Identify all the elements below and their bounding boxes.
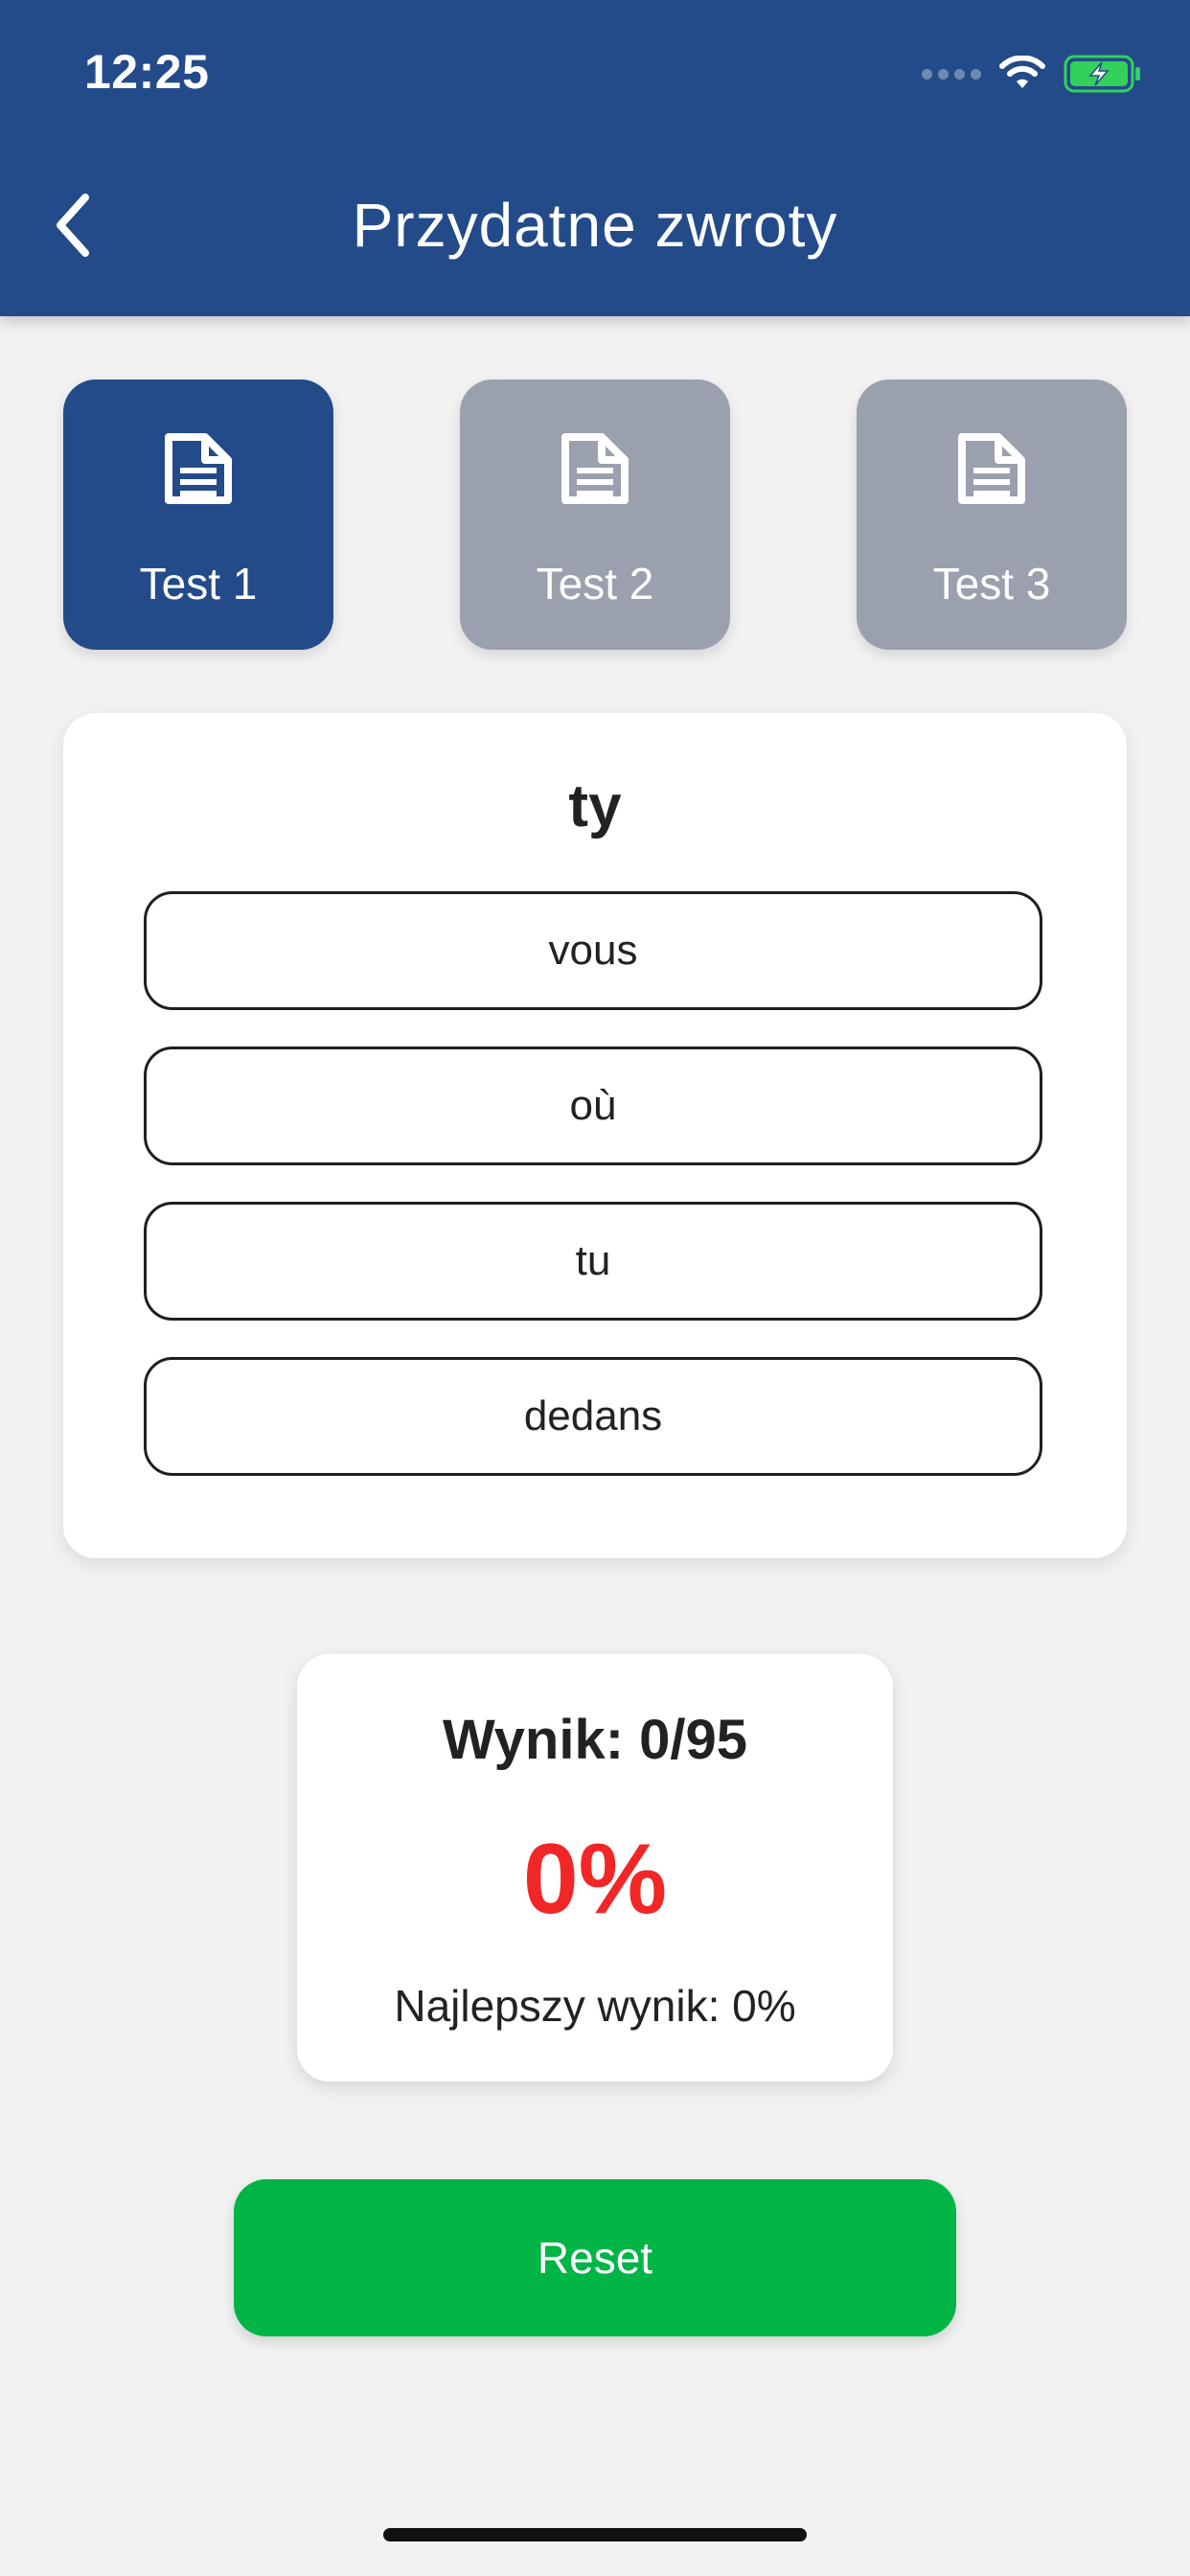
tab-test-3[interactable]: Test 3 [857, 380, 1127, 650]
home-indicator[interactable] [383, 2528, 807, 2542]
test-tabs: Test 1 Test 2 Test 3 [63, 380, 1127, 650]
answer-option-4[interactable]: dedans [144, 1357, 1042, 1476]
reset-button[interactable]: Reset [234, 2179, 956, 2336]
quiz-question: ty [568, 773, 622, 840]
answer-option-3[interactable]: tu [144, 1202, 1042, 1321]
page-title: Przydatne zwroty [352, 191, 838, 260]
tab-label: Test 2 [536, 559, 654, 609]
tab-test-2[interactable]: Test 2 [460, 380, 730, 650]
tab-test-1[interactable]: Test 1 [63, 380, 333, 650]
document-icon [561, 433, 629, 504]
app-header: 12:25 Przydatne zwroty [0, 0, 1190, 316]
cellular-signal-icon [922, 68, 981, 80]
quiz-card: ty vous où tu dedans [63, 713, 1127, 1558]
tab-label: Test 3 [932, 559, 1051, 609]
document-icon [958, 433, 1025, 504]
status-icons [922, 50, 1142, 98]
wifi-icon [999, 56, 1045, 88]
score-percent: 0% [522, 1824, 668, 1935]
score-card: Wynik: 0/95 0% Najlepszy wynik: 0% [297, 1654, 893, 2082]
best-score: Najlepszy wynik: 0% [394, 1981, 796, 2031]
answer-option-2[interactable]: où [144, 1046, 1042, 1165]
tab-label: Test 1 [139, 559, 258, 609]
score-result: Wynik: 0/95 [442, 1709, 748, 1771]
document-icon [165, 433, 232, 504]
answer-option-1[interactable]: vous [144, 891, 1042, 1010]
battery-charging-icon [1064, 55, 1140, 93]
status-time: 12:25 [84, 45, 210, 99]
